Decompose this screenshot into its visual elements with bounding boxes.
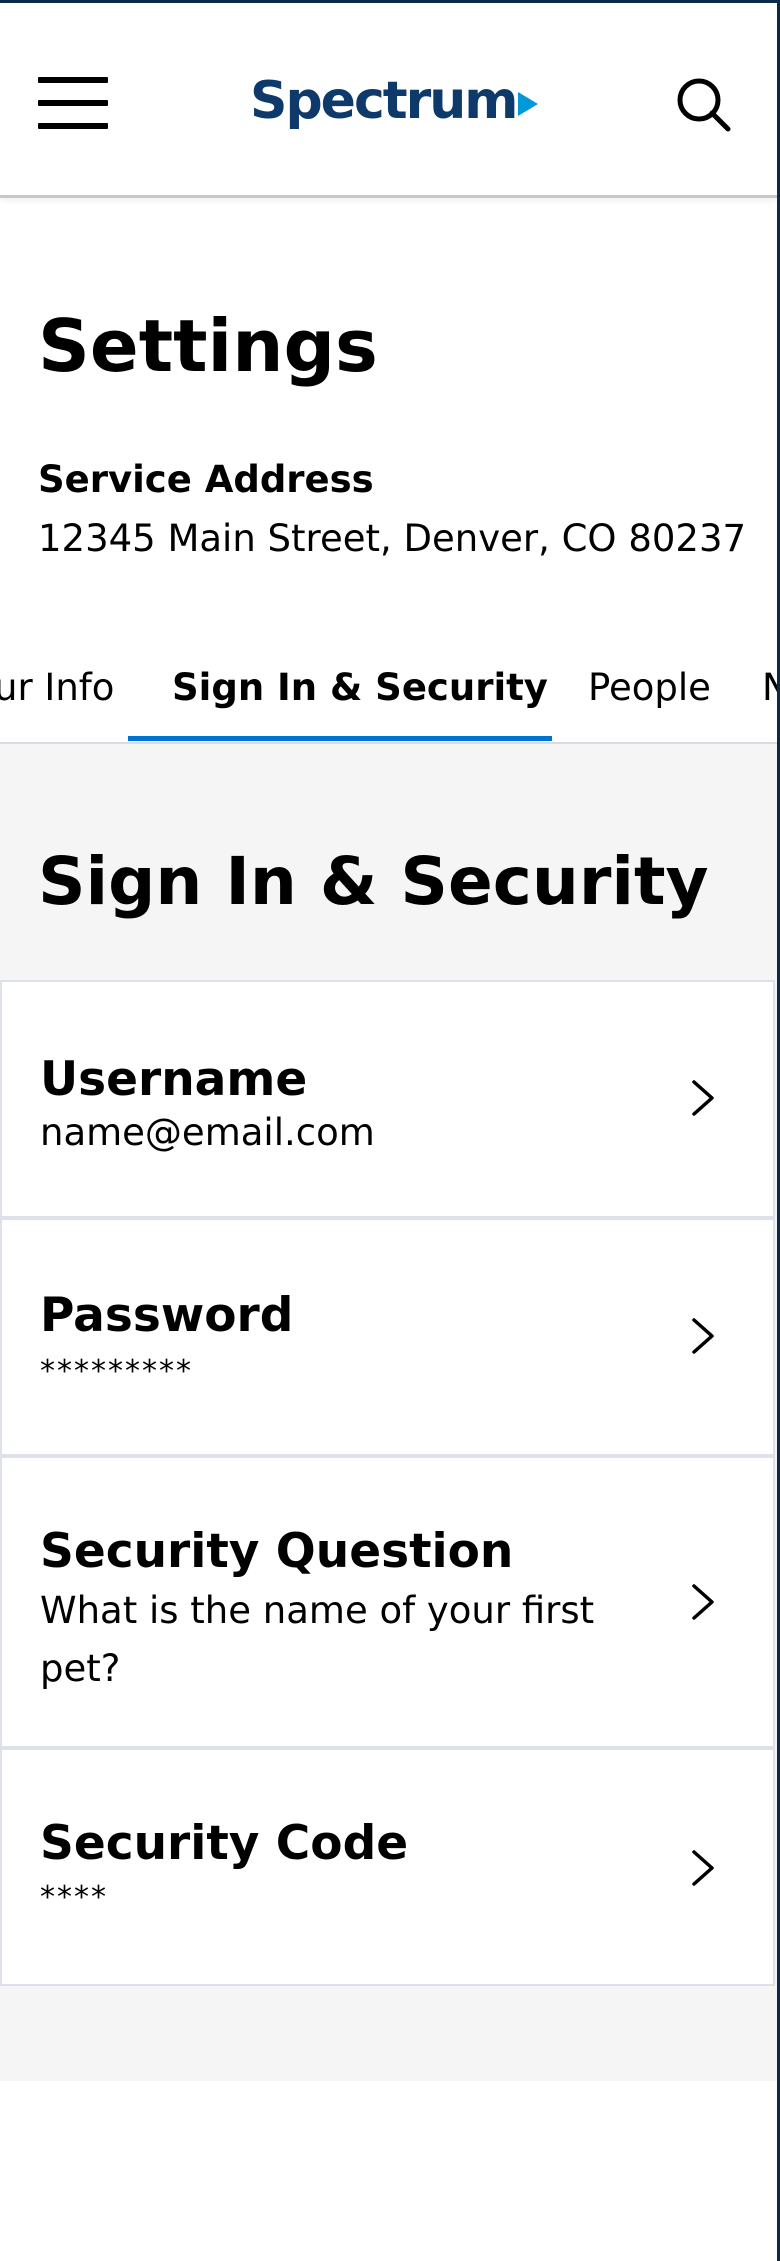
search-icon[interactable] bbox=[674, 75, 734, 135]
active-tab-indicator bbox=[128, 736, 552, 741]
username-value: name@email.com bbox=[40, 1111, 375, 1154]
page-title: Settings bbox=[38, 304, 378, 388]
chevron-right-icon bbox=[692, 1584, 714, 1620]
menu-bar bbox=[38, 100, 108, 106]
password-title: Password bbox=[40, 1288, 294, 1343]
chevron-right-icon bbox=[692, 1850, 714, 1886]
menu-bar bbox=[38, 77, 108, 83]
tab-your-info[interactable]: ur Info bbox=[0, 640, 114, 740]
security-code-value: **** bbox=[40, 1880, 108, 1915]
password-value: ********* bbox=[40, 1354, 193, 1389]
username-row[interactable]: Username name@email.com bbox=[0, 980, 775, 1218]
hamburger-menu-icon[interactable] bbox=[38, 77, 108, 129]
section-title: Sign In & Security bbox=[38, 843, 709, 920]
tab-people[interactable]: People bbox=[588, 640, 711, 740]
spectrum-logo[interactable]: Spectrum bbox=[250, 65, 539, 137]
service-address-value: 12345 Main Street, Denver, CO 80237 bbox=[38, 517, 747, 560]
logo-text: Spectrum bbox=[250, 71, 518, 131]
chevron-right-icon bbox=[692, 1080, 714, 1116]
service-address-label: Service Address bbox=[38, 458, 374, 501]
tab-next[interactable]: N bbox=[762, 640, 777, 740]
chevron-right-icon bbox=[692, 1318, 714, 1354]
security-question-title: Security Question bbox=[40, 1524, 514, 1579]
username-title: Username bbox=[40, 1052, 308, 1107]
password-row[interactable]: Password ********* bbox=[0, 1218, 775, 1456]
settings-tabs: ur Info Sign In & Security People N bbox=[0, 640, 777, 744]
security-code-row[interactable]: Security Code **** bbox=[0, 1748, 775, 1986]
sign-in-security-section: Sign In & Security Username name@email.c… bbox=[0, 744, 777, 2081]
menu-bar bbox=[38, 123, 108, 129]
security-code-title: Security Code bbox=[40, 1816, 409, 1871]
logo-arrow-icon bbox=[518, 92, 539, 116]
site-header: Spectrum bbox=[0, 3, 777, 198]
security-question-row[interactable]: Security Question What is the name of yo… bbox=[0, 1456, 775, 1748]
tab-sign-in-security[interactable]: Sign In & Security bbox=[172, 640, 548, 740]
security-question-value: What is the name of your first pet? bbox=[40, 1589, 595, 1690]
